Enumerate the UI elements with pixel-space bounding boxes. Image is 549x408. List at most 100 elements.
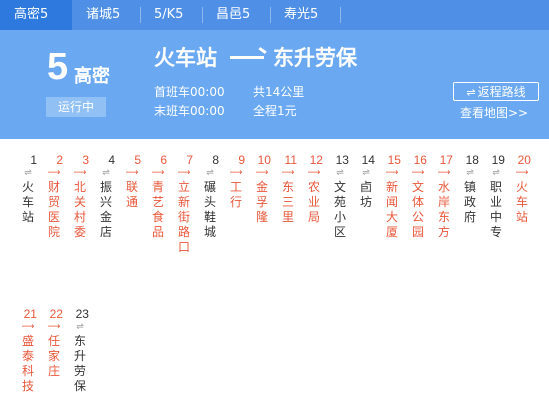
stop-name: 工行 — [229, 180, 242, 209]
route-fare: 全程1元 — [253, 104, 297, 118]
stop-name: 新闻大厦 — [385, 180, 398, 239]
stop-item[interactable]: 18 ⇌ 镇政府 — [461, 149, 479, 225]
one-way-arrow-icon: ⟶ — [255, 168, 269, 178]
two-way-arrow-icon: ⇌ — [24, 168, 32, 178]
tab-divider — [340, 7, 341, 23]
last-bus-time: 末班车00:00 — [154, 104, 225, 118]
stop-number: 19 — [491, 153, 505, 167]
two-way-arrow-icon: ⇌ — [492, 168, 500, 178]
stop-name: 振兴金店 — [99, 180, 112, 239]
route-city: 高密 — [74, 66, 110, 87]
stop-number: 21 — [23, 307, 37, 321]
route-origin: 火车站 — [154, 46, 217, 70]
status-badge: 运行中 — [46, 97, 106, 117]
route-number: 5 — [47, 46, 69, 88]
stop-item[interactable]: 1 ⇌ 火车站 — [19, 149, 37, 225]
stop-item[interactable]: 14 ⇌ 卣坊 — [357, 149, 375, 210]
stop-name: 立新街路口 — [177, 180, 190, 254]
stop-number: 7 — [186, 153, 193, 167]
stop-name: 卣坊 — [359, 180, 372, 209]
stop-name: 水岸东方 — [437, 180, 450, 239]
stop-item[interactable]: 3 ⟶ 北关村委 — [71, 149, 89, 240]
stop-item[interactable]: 19 ⇌ 职业中专 — [487, 149, 505, 240]
stop-number: 8 — [212, 153, 219, 167]
stop-item[interactable]: 15 ⟶ 新闻大厦 — [383, 149, 401, 240]
one-way-arrow-icon: ⟶ — [73, 168, 87, 178]
route-distance: 共14公里 — [253, 85, 305, 99]
stop-name: 财贸医院 — [47, 180, 60, 239]
one-way-arrow-icon: ⟶ — [437, 168, 451, 178]
stop-name: 联通 — [125, 180, 138, 209]
one-way-arrow-icon: ⟶ — [125, 168, 139, 178]
one-way-arrow-icon: ⟶ — [385, 168, 399, 178]
stop-number: 5 — [134, 153, 141, 167]
stop-number: 11 — [284, 153, 297, 167]
stop-item[interactable]: 20 ⟶ 火车站 — [513, 149, 531, 225]
stop-name: 盛泰科技 — [21, 334, 34, 393]
stop-name: 东三里 — [281, 180, 294, 224]
stop-name: 农业局 — [307, 180, 320, 224]
stop-name: 火车站 — [515, 180, 528, 224]
stop-name: 北关村委 — [73, 180, 86, 239]
one-way-arrow-icon: ⟶ — [229, 168, 243, 178]
stop-item[interactable]: 16 ⟶ 文体公园 — [409, 149, 427, 240]
stop-number: 14 — [361, 153, 375, 167]
stop-item[interactable]: 7 ⟶ 立新街路口 — [175, 149, 193, 255]
one-way-arrow-icon: ⟶ — [47, 168, 61, 178]
one-way-arrow-icon: ⟶ — [515, 168, 529, 178]
stop-number: 6 — [160, 153, 167, 167]
stop-item[interactable]: 21 ⟶ 盛泰科技 — [19, 303, 37, 394]
two-way-arrow-icon: ⇌ — [206, 168, 214, 178]
route-destination: 东升劳保 — [273, 46, 357, 70]
stop-number: 12 — [309, 153, 323, 167]
tab-5-k5[interactable]: 5/K5 — [140, 0, 202, 30]
stop-name: 青艺食品 — [151, 180, 164, 239]
tab-changyi5[interactable]: 昌邑5 — [202, 0, 270, 30]
stop-item[interactable]: 4 ⇌ 振兴金店 — [97, 149, 115, 240]
tab-gaomi5[interactable]: 高密5 — [0, 0, 72, 30]
tab-shouguang5[interactable]: 寿光5 — [270, 0, 340, 30]
two-way-arrow-icon: ⇌ — [362, 168, 370, 178]
stop-number: 18 — [465, 153, 479, 167]
two-way-arrow-icon: ⇌ — [76, 322, 84, 332]
one-way-arrow-icon: ⟶ — [281, 168, 295, 178]
stop-item[interactable]: 11 ⟶ 东三里 — [279, 149, 297, 225]
stop-number: 20 — [517, 153, 531, 167]
stop-number: 2 — [56, 153, 63, 167]
reverse-route-button[interactable]: ⇌ 返程路线 — [453, 82, 539, 101]
stop-name: 职业中专 — [489, 180, 502, 239]
stop-name: 火车站 — [21, 180, 34, 224]
stop-name: 文苑小区 — [333, 180, 346, 239]
stop-item[interactable]: 9 ⟶ 工行 — [227, 149, 245, 210]
stop-item[interactable]: 17 ⟶ 水岸东方 — [435, 149, 453, 240]
stop-item[interactable]: 8 ⇌ 碾头鞋城 — [201, 149, 219, 240]
one-way-arrow-icon: ⟶ — [307, 168, 321, 178]
tab-zhucheng5[interactable]: 诸城5 — [72, 0, 140, 30]
stop-number: 13 — [335, 153, 349, 167]
one-way-arrow-icon: ⟶ — [21, 322, 35, 332]
two-way-arrow-icon: ⇌ — [466, 168, 474, 178]
stop-number: 23 — [75, 307, 89, 321]
two-way-arrow-icon: ⇌ — [336, 168, 344, 178]
stop-number: 17 — [439, 153, 453, 167]
stop-number: 1 — [30, 153, 37, 167]
stop-number: 4 — [108, 153, 115, 167]
stop-item[interactable]: 22 ⟶ 任家庄 — [45, 303, 63, 379]
stop-item[interactable]: 5 ⟶ 联通 — [123, 149, 141, 210]
stop-number: 16 — [413, 153, 427, 167]
stop-item[interactable]: 23 ⇌ 东升劳保 — [71, 303, 89, 394]
view-map-link[interactable]: 查看地图>> — [460, 104, 528, 122]
stop-item[interactable]: 2 ⟶ 财贸医院 — [45, 149, 63, 240]
reverse-route-label: 返程路线 — [477, 85, 526, 99]
one-way-arrow-icon: ⟶ — [47, 322, 61, 332]
two-way-arrow-icon: ⇌ — [102, 168, 110, 178]
one-way-arrow-icon: ⟶ — [151, 168, 165, 178]
stop-item[interactable]: 13 ⇌ 文苑小区 — [331, 149, 349, 240]
stop-name: 金孚隆 — [255, 180, 268, 224]
swap-icon: ⇌ — [466, 86, 476, 99]
first-bus-time: 首班车00:00 — [154, 85, 225, 99]
stop-item[interactable]: 10 ⟶ 金孚隆 — [253, 149, 271, 225]
stop-item[interactable]: 6 ⟶ 青艺食品 — [149, 149, 167, 240]
stop-name: 碾头鞋城 — [203, 180, 216, 239]
stop-item[interactable]: 12 ⟶ 农业局 — [305, 149, 323, 225]
